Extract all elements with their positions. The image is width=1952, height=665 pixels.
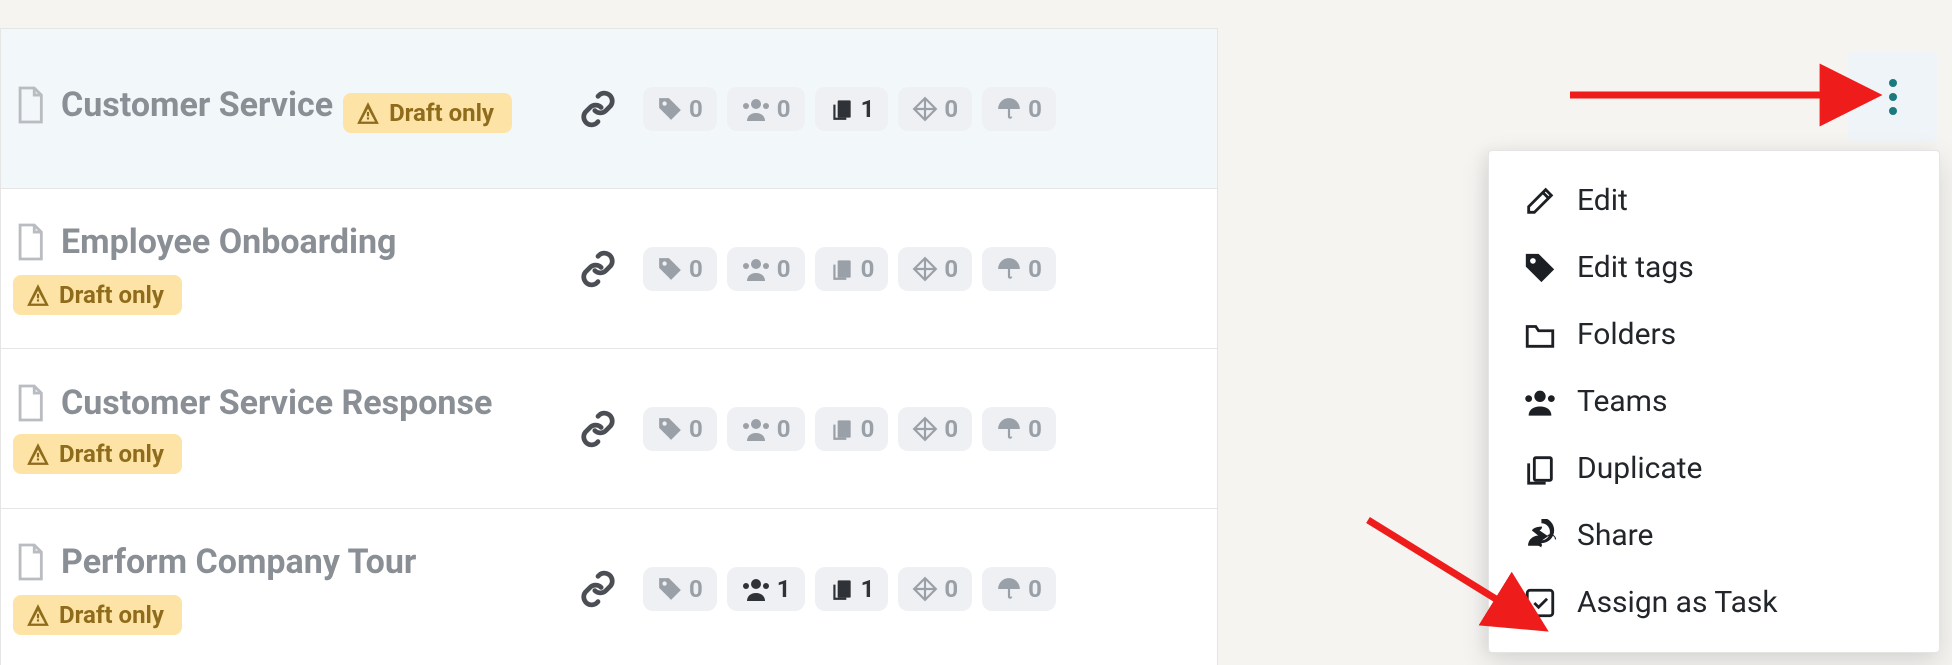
draft-badge-label: Draft only <box>59 440 164 468</box>
link-button[interactable] <box>553 90 643 128</box>
umbrella-count: 0 <box>1028 95 1042 123</box>
more-options-button[interactable] <box>1848 52 1938 142</box>
link-button[interactable] <box>553 250 643 288</box>
umbrella-chip[interactable]: 0 <box>982 247 1056 291</box>
document-list: Customer Service Draft only 0 0 1 <box>0 28 1218 665</box>
row-title: Customer Service <box>61 85 333 126</box>
people-count: 0 <box>777 255 791 283</box>
diamond-chip[interactable]: 0 <box>898 87 972 131</box>
menu-label: Duplicate <box>1577 451 1702 486</box>
menu-label: Share <box>1577 518 1653 553</box>
people-count: 0 <box>777 95 791 123</box>
row-stats: 0 0 1 0 0 <box>643 87 1056 131</box>
copies-count: 1 <box>861 575 875 603</box>
umbrella-chip[interactable]: 0 <box>982 567 1056 611</box>
tag-icon <box>1523 251 1557 285</box>
diamond-count: 0 <box>944 415 958 443</box>
umbrella-chip[interactable]: 0 <box>982 407 1056 451</box>
folder-icon <box>1523 318 1557 352</box>
menu-label: Edit tags <box>1577 250 1694 285</box>
link-button[interactable] <box>553 410 643 448</box>
tags-chip[interactable]: 0 <box>643 247 717 291</box>
tags-count: 0 <box>689 95 703 123</box>
row-title: Perform Company Tour <box>61 542 416 583</box>
draft-badge: Draft only <box>343 93 512 133</box>
tags-chip[interactable]: 0 <box>643 407 717 451</box>
tags-count: 0 <box>689 255 703 283</box>
edit-icon <box>1523 184 1557 218</box>
list-row[interactable]: Employee Onboarding Draft only 0 0 0 <box>1 188 1217 348</box>
copies-chip[interactable]: 1 <box>815 567 889 611</box>
row-stats: 0 0 0 0 0 <box>643 247 1056 291</box>
umbrella-chip[interactable]: 0 <box>982 87 1056 131</box>
copies-chip[interactable]: 0 <box>815 407 889 451</box>
diamond-chip[interactable]: 0 <box>898 407 972 451</box>
menu-share[interactable]: Share <box>1489 502 1939 569</box>
teams-icon <box>1523 385 1557 419</box>
document-icon <box>13 383 47 423</box>
row-stats: 0 1 1 0 0 <box>643 567 1056 611</box>
menu-assign-task[interactable]: Assign as Task <box>1489 569 1939 636</box>
row-title: Employee Onboarding <box>61 222 396 263</box>
menu-label: Teams <box>1577 384 1667 419</box>
row-title: Customer Service Response <box>61 383 492 424</box>
people-chip[interactable]: 1 <box>727 567 805 611</box>
draft-badge-label: Draft only <box>389 99 494 127</box>
row-heading: Customer Service Draft only <box>13 85 553 133</box>
document-icon <box>13 85 47 125</box>
list-row[interactable]: Perform Company Tour Draft only 0 1 1 <box>1 508 1217 665</box>
umbrella-count: 0 <box>1028 415 1042 443</box>
document-icon <box>13 542 47 582</box>
menu-label: Assign as Task <box>1577 585 1778 620</box>
draft-badge-label: Draft only <box>59 281 164 309</box>
people-chip[interactable]: 0 <box>727 87 805 131</box>
list-row[interactable]: Customer Service Draft only 0 0 1 <box>1 28 1217 188</box>
tags-chip[interactable]: 0 <box>643 567 717 611</box>
menu-edit[interactable]: Edit <box>1489 167 1939 234</box>
menu-teams[interactable]: Teams <box>1489 368 1939 435</box>
duplicate-icon <box>1523 452 1557 486</box>
share-icon <box>1523 519 1557 553</box>
people-chip[interactable]: 0 <box>727 247 805 291</box>
people-chip[interactable]: 0 <box>727 407 805 451</box>
menu-folders[interactable]: Folders <box>1489 301 1939 368</box>
draft-badge: Draft only <box>13 595 182 635</box>
context-menu: Edit Edit tags Folders Teams Duplicate S… <box>1488 150 1940 653</box>
check-square-icon <box>1523 586 1557 620</box>
diamond-chip[interactable]: 0 <box>898 247 972 291</box>
diamond-count: 0 <box>944 255 958 283</box>
list-row[interactable]: Customer Service Response Draft only 0 0 <box>1 348 1217 508</box>
draft-badge: Draft only <box>13 434 182 474</box>
row-heading: Customer Service Response Draft only <box>13 383 553 474</box>
people-count: 0 <box>777 415 791 443</box>
diamond-chip[interactable]: 0 <box>898 567 972 611</box>
umbrella-count: 0 <box>1028 575 1042 603</box>
copies-count: 0 <box>861 415 875 443</box>
row-heading: Employee Onboarding Draft only <box>13 222 553 315</box>
draft-badge-label: Draft only <box>59 601 164 629</box>
umbrella-count: 0 <box>1028 255 1042 283</box>
menu-label: Edit <box>1577 183 1628 218</box>
draft-badge: Draft only <box>13 275 182 315</box>
copies-count: 1 <box>861 95 875 123</box>
row-heading: Perform Company Tour Draft only <box>13 542 553 635</box>
tags-count: 0 <box>689 575 703 603</box>
copies-count: 0 <box>861 255 875 283</box>
link-button[interactable] <box>553 570 643 608</box>
menu-duplicate[interactable]: Duplicate <box>1489 435 1939 502</box>
tags-count: 0 <box>689 415 703 443</box>
menu-label: Folders <box>1577 317 1676 352</box>
document-icon <box>13 222 47 262</box>
ellipsis-vertical-icon <box>1888 77 1898 117</box>
people-count: 1 <box>777 575 791 603</box>
row-stats: 0 0 0 0 0 <box>643 407 1056 451</box>
menu-edit-tags[interactable]: Edit tags <box>1489 234 1939 301</box>
copies-chip[interactable]: 1 <box>815 87 889 131</box>
copies-chip[interactable]: 0 <box>815 247 889 291</box>
diamond-count: 0 <box>944 95 958 123</box>
tags-chip[interactable]: 0 <box>643 87 717 131</box>
diamond-count: 0 <box>944 575 958 603</box>
